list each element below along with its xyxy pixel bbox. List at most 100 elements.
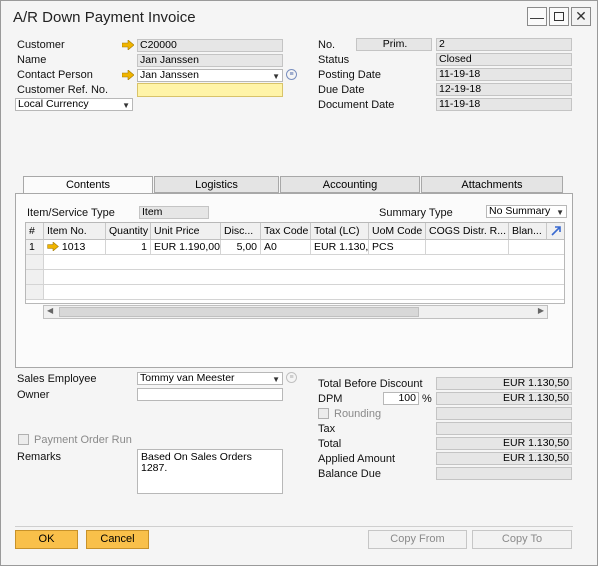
payment-order-run-checkbox[interactable]: [18, 434, 29, 445]
item-number-cell[interactable]: 1013: [44, 240, 106, 255]
document-number-field[interactable]: 2: [436, 38, 572, 51]
link-arrow-icon[interactable]: [122, 40, 134, 50]
applied-amount-label: Applied Amount: [318, 453, 396, 465]
item-type-label: Item/Service Type: [27, 207, 115, 219]
summary-type-dropdown[interactable]: No Summary ▼: [486, 205, 567, 218]
dropdown-arrow-icon: ▼: [122, 101, 130, 110]
quantity-cell[interactable]: 1: [106, 240, 151, 255]
scroll-right-icon[interactable]: ▶: [538, 306, 544, 315]
list-icon[interactable]: ≡: [286, 372, 297, 383]
remarks-textarea[interactable]: Based On Sales Orders 1287.: [137, 449, 283, 494]
ok-button[interactable]: OK: [15, 530, 78, 549]
balance-due-label: Balance Due: [318, 468, 381, 480]
currency-dropdown[interactable]: Local Currency ▼: [15, 98, 133, 111]
column-header[interactable]: Disc...: [221, 223, 261, 240]
table-row[interactable]: [44, 255, 564, 270]
close-icon: ✕: [575, 8, 587, 24]
list-icon[interactable]: ≡: [286, 69, 297, 80]
item-number-value: 1013: [61, 241, 86, 253]
tax-field[interactable]: [436, 422, 572, 435]
balance-due-field[interactable]: [436, 467, 572, 480]
customer-ref-label: Customer Ref. No.: [17, 84, 109, 96]
dropdown-arrow-icon: ▼: [272, 375, 280, 384]
rounding-field[interactable]: [436, 407, 572, 420]
summary-type-label: Summary Type: [379, 207, 453, 219]
due-date-field[interactable]: 12-19-18: [436, 83, 572, 96]
discount-cell[interactable]: 5,00: [221, 240, 261, 255]
tab-logistics[interactable]: Logistics: [154, 176, 279, 193]
contact-person-dropdown[interactable]: Jan Janssen ▼: [137, 69, 283, 82]
remarks-label: Remarks: [17, 451, 62, 463]
blanket-cell[interactable]: [509, 240, 564, 255]
owner-field[interactable]: [137, 388, 283, 401]
column-header[interactable]: Unit Price: [151, 223, 221, 240]
contact-person-value: Jan Janssen: [140, 69, 199, 81]
total-field[interactable]: EUR 1.130,50: [436, 437, 572, 450]
scroll-left-icon[interactable]: ◀: [47, 306, 53, 315]
currency-value: Local Currency: [18, 98, 89, 110]
footer-divider: [15, 526, 573, 527]
title-bar: A/R Down Payment Invoice — ✕: [1, 1, 597, 33]
link-arrow-icon: [47, 241, 59, 252]
customer-ref-input[interactable]: [137, 83, 283, 97]
document-window: A/R Down Payment Invoice — ✕ Customer C2…: [0, 0, 598, 566]
contact-person-label: Contact Person: [17, 69, 93, 81]
posting-date-field[interactable]: 11-19-18: [436, 68, 572, 81]
copy-from-button[interactable]: Copy From: [368, 530, 467, 549]
tab-attachments[interactable]: Attachments: [421, 176, 563, 193]
window-title: A/R Down Payment Invoice: [13, 9, 196, 26]
row-number[interactable]: 1: [26, 240, 44, 255]
column-header[interactable]: COGS Distr. R...: [426, 223, 509, 240]
dropdown-arrow-icon: ▼: [556, 208, 564, 217]
sales-employee-dropdown[interactable]: Tommy van Meester ▼: [137, 372, 283, 385]
item-type-field[interactable]: Item: [139, 206, 209, 219]
horizontal-scrollbar[interactable]: ◀ ▶: [43, 305, 548, 319]
row-number[interactable]: [26, 270, 44, 285]
posting-date-label: Posting Date: [318, 69, 381, 81]
maximize-icon: [554, 12, 564, 21]
column-header[interactable]: #: [26, 223, 44, 240]
cogs-cell[interactable]: [426, 240, 509, 255]
customer-field[interactable]: C20000: [137, 39, 283, 52]
percent-label: %: [422, 393, 432, 405]
customer-label: Customer: [17, 39, 65, 51]
dpm-amount-field[interactable]: EUR 1.130,50: [436, 392, 572, 405]
expand-icon[interactable]: [547, 223, 564, 240]
document-date-field[interactable]: 11-19-18: [436, 98, 572, 111]
minimize-button[interactable]: —: [527, 7, 547, 26]
uom-code-cell[interactable]: PCS: [369, 240, 426, 255]
copy-to-button[interactable]: Copy To: [472, 530, 572, 549]
maximize-button[interactable]: [549, 7, 569, 26]
cancel-button[interactable]: Cancel: [86, 530, 149, 549]
tax-code-cell[interactable]: A0: [261, 240, 311, 255]
scrollbar-thumb[interactable]: [59, 307, 419, 317]
dpm-input[interactable]: 100: [383, 392, 419, 405]
rounding-checkbox[interactable]: [318, 408, 329, 419]
applied-amount-field[interactable]: EUR 1.130,50: [436, 452, 572, 465]
dropdown-arrow-icon: ▼: [272, 72, 280, 81]
series-field[interactable]: Prim.: [356, 38, 432, 51]
close-button[interactable]: ✕: [571, 7, 591, 26]
total-lc-cell[interactable]: EUR 1.130,50: [311, 240, 369, 255]
total-before-discount-field[interactable]: EUR 1.130,50: [436, 377, 572, 390]
status-field[interactable]: Closed: [436, 53, 572, 66]
link-arrow-icon[interactable]: [122, 70, 134, 80]
column-header[interactable]: UoM Code: [369, 223, 426, 240]
table-row[interactable]: [44, 285, 564, 300]
status-label: Status: [318, 54, 350, 66]
column-header[interactable]: Item No.: [44, 223, 106, 240]
row-number[interactable]: [26, 255, 44, 270]
total-before-discount-label: Total Before Discount: [318, 378, 423, 390]
tab-contents[interactable]: Contents: [23, 176, 153, 194]
summary-type-value: No Summary: [489, 205, 551, 217]
column-header[interactable]: Total (LC): [311, 223, 369, 240]
column-header[interactable]: Blan...: [509, 223, 547, 240]
name-field[interactable]: Jan Janssen: [137, 54, 283, 67]
name-label: Name: [17, 54, 47, 66]
column-header[interactable]: Tax Code: [261, 223, 311, 240]
column-header[interactable]: Quantity: [106, 223, 151, 240]
tab-accounting[interactable]: Accounting: [280, 176, 420, 193]
row-number[interactable]: [26, 285, 44, 300]
unit-price-cell[interactable]: EUR 1.190,00: [151, 240, 221, 255]
table-row[interactable]: [44, 270, 564, 285]
